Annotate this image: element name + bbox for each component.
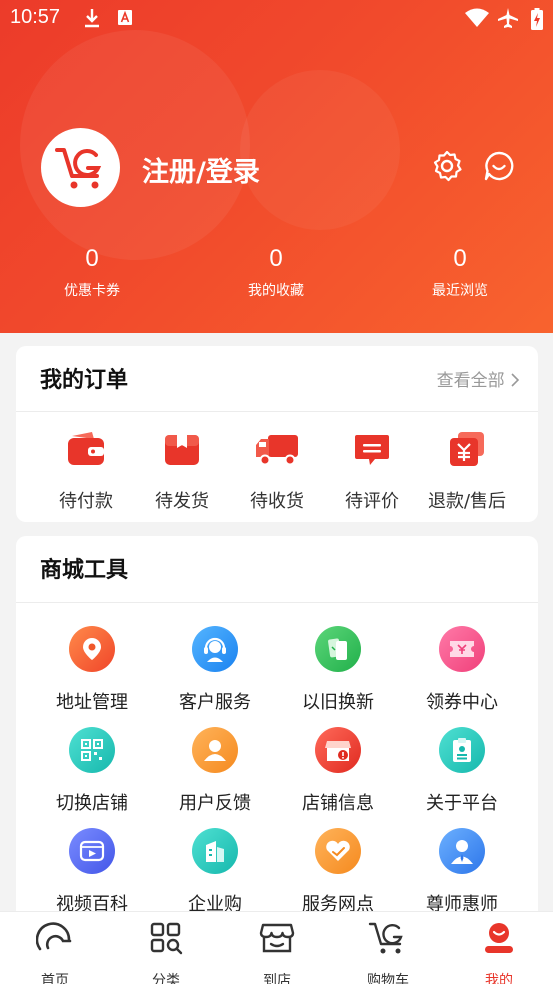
order-pending-receipt[interactable]: 待收货 [227,428,327,513]
divider [16,411,538,412]
profile-header: 10:57 注册/登录 0 优惠卡券 0 我的收藏 0 最近浏览 [0,0,553,333]
stat-coupons[interactable]: 0 优惠卡券 [0,242,184,300]
header-decoration [240,70,400,230]
trade-in-icon [328,638,347,660]
tool-coupon-center[interactable]: 领券中心 [400,626,524,714]
tools-title: 商城工具 [40,558,129,583]
tool-label: 店铺信息 [302,793,374,814]
order-label: 待发货 [155,491,209,512]
orders-title: 我的订单 [40,368,129,393]
order-label: 退款/售后 [427,491,507,512]
chevron-right-icon [511,373,520,387]
wifi-icon [465,8,489,27]
tab-label: 首页 [41,973,69,984]
order-label: 待付款 [59,491,113,512]
profile-icon [485,923,513,953]
order-refund-aftersale[interactable]: 退款/售后 [417,428,517,513]
heart-hands-icon [326,840,350,861]
brand-cart-logo-icon [54,147,101,188]
tool-trade-in[interactable]: 以旧换新 [276,626,400,714]
tool-label: 用户反馈 [179,793,251,814]
truck-icon [256,435,298,466]
building-icon [206,841,224,862]
video-icon [79,840,105,862]
tab-label: 分类 [152,973,180,984]
font-app-icon [118,10,132,25]
status-time: 10:57 [10,6,61,28]
tool-teacher-benefits[interactable]: 尊师惠师 [400,828,524,916]
coupon-icon [450,641,474,657]
battery-charging-icon [531,8,543,30]
tab-label: 购物车 [367,973,409,984]
wallet-icon [68,432,104,465]
tool-address[interactable]: 地址管理 [30,626,154,714]
customer-service-icon [204,637,226,662]
order-pending-shipment[interactable]: 待发货 [132,428,232,513]
category-icon [150,922,183,955]
tool-video-wiki[interactable]: 视频百科 [30,828,154,916]
teacher-icon [451,840,473,864]
tool-label: 领券中心 [426,692,498,713]
stat-value: 0 [269,245,283,272]
status-bar: 10:57 [0,0,553,38]
tab-label: 到店 [263,973,291,984]
bottom-tab-bar: 首页 分类 到店 购物车 我的 [0,911,553,984]
message-icon[interactable] [483,150,515,182]
order-pending-review[interactable]: 待评价 [322,428,422,513]
tab-category[interactable]: 分类 [111,920,221,984]
store-info-icon [325,741,351,761]
stat-label: 最近浏览 [432,283,488,299]
tool-enterprise-purchase[interactable]: 企业购 [153,828,277,916]
tool-store-info[interactable]: 店铺信息 [276,727,400,815]
tool-switch-store[interactable]: 切换店铺 [30,727,154,815]
tab-home[interactable]: 首页 [0,920,110,984]
id-badge-icon [453,738,471,762]
comment-icon [355,435,389,465]
tab-profile[interactable]: 我的 [444,920,553,984]
tool-label: 切换店铺 [56,793,128,814]
stat-recent-views[interactable]: 0 最近浏览 [368,242,552,300]
stat-value: 0 [453,245,467,272]
tool-customer-service[interactable]: 客户服务 [153,626,277,714]
tool-about-platform[interactable]: 关于平台 [400,727,524,815]
order-label: 待评价 [345,491,399,512]
avatar[interactable] [41,128,120,207]
tool-label: 关于平台 [426,793,498,814]
tool-service-outlets[interactable]: 服务网点 [276,828,400,916]
settings-icon[interactable] [431,150,463,182]
home-icon [36,922,72,951]
store-icon [259,923,295,953]
tool-label: 客户服务 [179,692,251,713]
tab-label: 我的 [485,973,513,984]
refund-icon [450,432,484,466]
airplane-icon [498,8,518,28]
tab-cart[interactable]: 购物车 [333,920,443,984]
tool-feedback[interactable]: 用户反馈 [153,727,277,815]
stat-label: 我的收藏 [248,283,304,299]
stat-value: 0 [85,245,99,272]
tool-label: 以旧换新 [302,692,374,713]
stat-favorites[interactable]: 0 我的收藏 [184,242,368,300]
view-all-orders-link[interactable]: 查看全部 [437,366,520,391]
package-icon [165,435,199,465]
qr-code-icon [81,739,103,761]
order-pending-payment[interactable]: 待付款 [36,428,136,513]
order-label: 待收货 [250,491,304,512]
view-all-label: 查看全部 [436,371,505,391]
tool-label: 地址管理 [56,692,128,713]
login-register-link[interactable]: 注册/登录 [142,150,260,189]
download-icon [85,9,99,28]
tab-store[interactable]: 到店 [222,920,332,984]
user-icon [204,740,226,761]
stat-label: 优惠卡券 [64,283,120,299]
divider [16,602,538,603]
location-pin-icon [83,638,101,660]
cart-icon [368,922,403,954]
stats-row: 0 优惠卡券 0 我的收藏 0 最近浏览 [0,242,553,300]
